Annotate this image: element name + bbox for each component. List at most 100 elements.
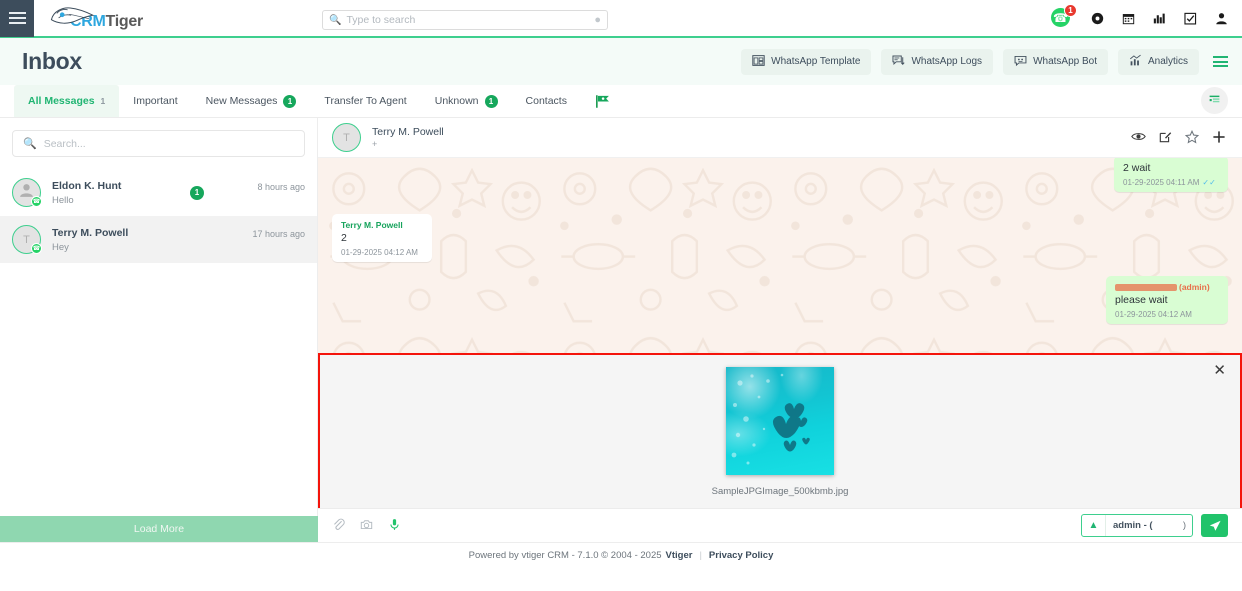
tab-new-messages[interactable]: New Messages 1 bbox=[192, 85, 311, 117]
message-time: 01-29-2025 04:12 AM bbox=[341, 248, 418, 257]
whatsapp-status-icon: ☎ bbox=[31, 196, 42, 207]
brand-logo[interactable]: CRMTiger bbox=[46, 4, 143, 32]
whatsapp-status-icon: ☎ bbox=[31, 243, 42, 254]
page-titlebar: Inbox WhatsApp Template WhatsApp Logs Wh… bbox=[0, 38, 1242, 85]
edit-icon[interactable] bbox=[1159, 130, 1172, 145]
composer-right-group: ▲ admin - ( ) bbox=[1081, 514, 1228, 537]
message-bubble-outgoing: (admin) please wait 01-29-2025 04:12 AM bbox=[1106, 276, 1228, 324]
list-item-preview: Hey bbox=[52, 241, 69, 253]
conversation-search-input[interactable] bbox=[43, 137, 294, 150]
chat-contact-phone: + bbox=[372, 139, 378, 149]
hamburger-bar bbox=[8, 17, 26, 19]
attachment-preview-area: ✕ SampleJPGImage_500kbmb.jpg bbox=[320, 355, 1240, 508]
analytics-button[interactable]: Analytics bbox=[1117, 48, 1199, 75]
conversation-list-pane: 🔍 ☎ Eldon K. Hunt Hello 1 bbox=[0, 118, 318, 542]
chevron-up-icon[interactable]: ▲ bbox=[1082, 515, 1106, 536]
star-icon[interactable] bbox=[1184, 129, 1200, 146]
plus-icon[interactable] bbox=[1212, 130, 1226, 146]
analytics-icon bbox=[1129, 54, 1142, 70]
avatar-initial: T bbox=[343, 131, 350, 144]
user-icon[interactable] bbox=[1215, 12, 1228, 27]
list-item[interactable]: ☎ Eldon K. Hunt Hello 1 8 hours ago bbox=[0, 169, 317, 216]
close-icon[interactable]: ✕ bbox=[1213, 363, 1226, 378]
whatsapp-logs-button[interactable]: WhatsApp Logs bbox=[881, 48, 994, 75]
attachment-thumbnail[interactable] bbox=[726, 366, 834, 475]
attach-icon[interactable] bbox=[332, 518, 345, 533]
calendar-icon[interactable] bbox=[1122, 12, 1135, 27]
mic-icon[interactable] bbox=[388, 518, 401, 533]
load-more-button[interactable]: Load More bbox=[0, 516, 318, 542]
message-text: please wait bbox=[1115, 294, 1168, 306]
message-bubble-outgoing: 2 wait 01-29-2025 04:11 AM ✓✓ bbox=[1114, 158, 1228, 192]
tab-unknown[interactable]: Unknown 1 bbox=[421, 85, 512, 117]
tab-transfer-to-agent[interactable]: Transfer To Agent bbox=[310, 85, 420, 117]
whatsapp-bot-label: WhatsApp Bot bbox=[1033, 56, 1097, 67]
send-icon bbox=[1209, 520, 1221, 531]
global-search[interactable]: 🔍 ● bbox=[322, 10, 608, 30]
topbar-icon-group: ☎ 1 bbox=[1051, 0, 1228, 38]
settings-icon[interactable] bbox=[1091, 12, 1104, 27]
send-button[interactable] bbox=[1201, 514, 1228, 537]
menu-bar bbox=[1213, 60, 1228, 63]
camera-icon[interactable] bbox=[360, 518, 373, 533]
chat-header: T Terry M. Powell + bbox=[318, 118, 1242, 158]
whatsapp-bot-button[interactable]: WhatsApp Bot bbox=[1003, 48, 1108, 75]
hamburger-bar bbox=[8, 22, 26, 24]
list-item-time: 8 hours ago bbox=[257, 182, 305, 192]
agent-select-label: admin - ( bbox=[1113, 520, 1153, 531]
hamburger-bar bbox=[8, 12, 26, 14]
footer-powered-text: Powered by vtiger CRM - 7.1.0 © 2004 - 2… bbox=[468, 549, 662, 561]
tab-new-messages-label: New Messages bbox=[205, 95, 278, 107]
analytics-label: Analytics bbox=[1147, 56, 1188, 67]
bot-icon bbox=[1014, 54, 1027, 70]
tab-important-label: Important bbox=[133, 95, 178, 107]
message-text: 2 bbox=[341, 232, 347, 244]
page-title: Inbox bbox=[22, 48, 82, 74]
message-bubble-incoming: Terry M. Powell 2 01-29-2025 04:12 AM bbox=[332, 214, 432, 262]
chat-message-area[interactable]: 2 wait 01-29-2025 04:11 AM ✓✓ Terry M. Po… bbox=[318, 158, 1242, 508]
avatar-initial: T bbox=[23, 233, 30, 246]
main-menu-hamburger-icon[interactable] bbox=[0, 0, 34, 37]
more-options-menu-icon[interactable] bbox=[1209, 56, 1228, 67]
message-text: 2 wait bbox=[1123, 162, 1151, 174]
tab-transfer-to-agent-label: Transfer To Agent bbox=[324, 95, 407, 107]
broadcast-campaign-icon[interactable] bbox=[581, 85, 626, 117]
list-settings-icon[interactable] bbox=[1201, 87, 1228, 114]
masked-phone-number bbox=[1115, 284, 1177, 292]
tab-contacts-label: Contacts bbox=[525, 95, 567, 107]
whatsapp-badge: 1 bbox=[1064, 4, 1077, 17]
reports-icon[interactable] bbox=[1153, 12, 1166, 27]
footer-vtiger-link[interactable]: Vtiger bbox=[666, 550, 693, 561]
message-sender-label: (admin) bbox=[1179, 282, 1210, 292]
brand-tiger-text: Tiger bbox=[105, 13, 144, 30]
message-sender: (admin) bbox=[1115, 282, 1219, 292]
footer-privacy-link[interactable]: Privacy Policy bbox=[709, 550, 773, 561]
list-item[interactable]: T ☎ Terry M. Powell Hey 17 hours ago bbox=[0, 216, 317, 263]
whatsapp-icon[interactable]: ☎ 1 bbox=[1051, 4, 1077, 30]
whatsapp-template-button[interactable]: WhatsApp Template bbox=[741, 48, 872, 75]
tasks-icon[interactable] bbox=[1184, 12, 1197, 27]
inbox-body: 🔍 ☎ Eldon K. Hunt Hello 1 bbox=[0, 118, 1242, 542]
tab-important[interactable]: Important bbox=[119, 85, 191, 117]
agent-select[interactable]: ▲ admin - ( ) bbox=[1081, 514, 1193, 537]
eye-icon[interactable] bbox=[1131, 131, 1146, 144]
chat-header-actions bbox=[1131, 129, 1226, 146]
search-icon: 🔍 bbox=[23, 138, 37, 150]
crmtiger-inbox-app: CRMTiger 🔍 ● ☎ 1 bbox=[0, 0, 1242, 591]
page-action-group: WhatsApp Template WhatsApp Logs WhatsApp… bbox=[741, 48, 1228, 75]
conversation-list: ☎ Eldon K. Hunt Hello 1 8 hours ago T ☎ bbox=[0, 169, 317, 263]
page-footer: Powered by vtiger CRM - 7.1.0 © 2004 - 2… bbox=[0, 542, 1242, 567]
tab-unknown-label: Unknown bbox=[434, 95, 479, 107]
clear-search-icon[interactable]: ● bbox=[594, 14, 601, 26]
message-sender: Terry M. Powell bbox=[341, 220, 403, 230]
template-icon bbox=[752, 54, 765, 70]
chat-pane: T Terry M. Powell + 2 wait 01-29-2025 04… bbox=[318, 118, 1242, 542]
global-topbar: CRMTiger 🔍 ● ☎ 1 bbox=[0, 0, 1242, 38]
composer-icon-group bbox=[332, 518, 401, 533]
footer-divider: | bbox=[699, 549, 702, 561]
conversation-search[interactable]: 🔍 bbox=[12, 130, 305, 157]
global-search-input[interactable] bbox=[346, 14, 595, 26]
tab-all-messages[interactable]: All Messages 1 bbox=[14, 85, 120, 117]
tab-contacts[interactable]: Contacts bbox=[512, 85, 581, 117]
chat-contact-name: Terry M. Powell bbox=[372, 126, 444, 138]
